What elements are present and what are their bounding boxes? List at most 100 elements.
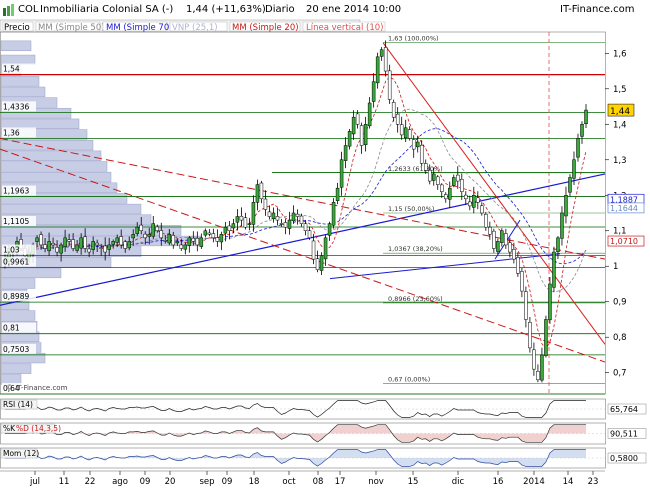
- candle-body: [415, 141, 420, 148]
- candle-body: [139, 224, 143, 231]
- candle-body: [476, 197, 480, 203]
- candle-body: [536, 371, 540, 381]
- candle-body: [203, 230, 208, 236]
- x-tick-label: 20: [165, 477, 176, 487]
- candle-body: [75, 244, 79, 251]
- x-tick-label: 17: [335, 477, 346, 487]
- candle-body: [435, 176, 440, 185]
- candle-body: [127, 241, 131, 249]
- indicator-frame: [0, 398, 606, 420]
- candle-body: [123, 241, 127, 249]
- candle-body: [275, 216, 280, 221]
- indicator-name: Mom (12): [3, 449, 39, 458]
- y-tick-label: 1,3: [613, 156, 627, 166]
- legend-item: Línea vertical (10): [302, 21, 386, 33]
- candle-body: [440, 184, 444, 192]
- candle-body: [179, 244, 184, 249]
- candle-body: [251, 202, 256, 225]
- indicator-panels: RSI (14) 65,764 %K %D (14,3,5) 90,511 Mom (12…: [0, 398, 647, 469]
- volume-bar: [0, 203, 142, 215]
- level-label: 0,9961: [3, 258, 29, 267]
- level-label: 0,7503: [3, 345, 29, 354]
- candle-body: [552, 251, 556, 288]
- candle-body: [500, 230, 504, 243]
- candle-body: [464, 194, 468, 200]
- level-label: 1,36: [3, 128, 20, 137]
- volume-bar: [0, 118, 80, 129]
- y-tick-label: 0,7: [613, 369, 627, 379]
- candle-body: [512, 249, 516, 260]
- x-tick-label: 18: [249, 477, 260, 487]
- svg-text:Precio: Precio: [4, 23, 30, 33]
- volume-bar: [0, 278, 36, 289]
- volume-bar: [0, 310, 36, 321]
- candle-body: [492, 230, 496, 249]
- volume-bar: [0, 161, 108, 172]
- level-label: 1,03: [3, 246, 20, 255]
- candle-body: [231, 223, 236, 229]
- fib-label: 1,63 (100,00%): [388, 35, 439, 43]
- candle-body: [135, 226, 139, 234]
- candle-body: [331, 202, 336, 226]
- candle-body: [199, 237, 204, 247]
- candle-body: [496, 241, 500, 252]
- level-label: 1,54: [3, 65, 20, 74]
- candle-body: [187, 237, 192, 246]
- candle-body: [311, 240, 316, 260]
- candle-body: [460, 179, 464, 192]
- candle-body: [191, 237, 196, 242]
- volume-bar: [0, 171, 112, 183]
- candle-body: [207, 232, 212, 235]
- candle-body: [87, 248, 91, 253]
- candle-body: [427, 170, 432, 182]
- y-tick-label: 1,4: [613, 120, 627, 130]
- candle-body: [540, 354, 544, 381]
- candle-body: [259, 182, 264, 200]
- candle-body: [271, 212, 276, 219]
- candle-body: [556, 237, 560, 252]
- legend-item: MM (Simple 20): [229, 21, 301, 33]
- last-price-label: 1,44: [610, 107, 630, 117]
- candle-body: [235, 216, 240, 223]
- x-tick-label: nov: [368, 477, 384, 487]
- candle-body: [159, 230, 164, 239]
- candle-body: [359, 125, 364, 146]
- svg-text:MM (Simple 50): MM (Simple 50): [38, 23, 105, 33]
- candle-body: [175, 241, 180, 244]
- candle-body: [375, 56, 380, 84]
- candle-body: [151, 223, 156, 237]
- candle-body: [395, 113, 400, 125]
- level-label: 0,8989: [3, 292, 29, 301]
- candle-body: [411, 139, 416, 150]
- candle-body: [67, 239, 71, 242]
- candle-body: [263, 198, 268, 210]
- candle-body: [568, 177, 572, 193]
- candle-body: [59, 244, 63, 254]
- candle-body: [564, 195, 568, 217]
- candle-body: [576, 138, 580, 158]
- candle-body: [183, 244, 188, 250]
- candle-body: [163, 240, 168, 242]
- candle-body: [403, 127, 408, 139]
- candle-body: [103, 245, 107, 253]
- candle-body: [532, 349, 536, 370]
- candle-body: [387, 70, 392, 100]
- candle-body: [35, 237, 39, 242]
- candle-body: [391, 102, 396, 118]
- candle-body: [155, 226, 160, 231]
- candle-body: [480, 205, 484, 214]
- candle-body: [143, 233, 147, 239]
- candle-body: [83, 236, 87, 249]
- candle-body: [347, 131, 352, 147]
- candle-body: [319, 255, 324, 271]
- candle-body: [363, 124, 368, 145]
- price-chart: Precio MM (Simple 50) MM (Simple 70) VNP…: [0, 19, 650, 490]
- candle-body: [383, 47, 388, 72]
- candle-body: [291, 212, 296, 222]
- candle-body: [456, 174, 460, 182]
- x-tick-label: 08: [313, 477, 324, 487]
- volume-bar: [0, 374, 22, 385]
- candle-body: [283, 222, 288, 228]
- candle-body: [468, 201, 472, 207]
- x-tick-label: 09: [222, 477, 233, 487]
